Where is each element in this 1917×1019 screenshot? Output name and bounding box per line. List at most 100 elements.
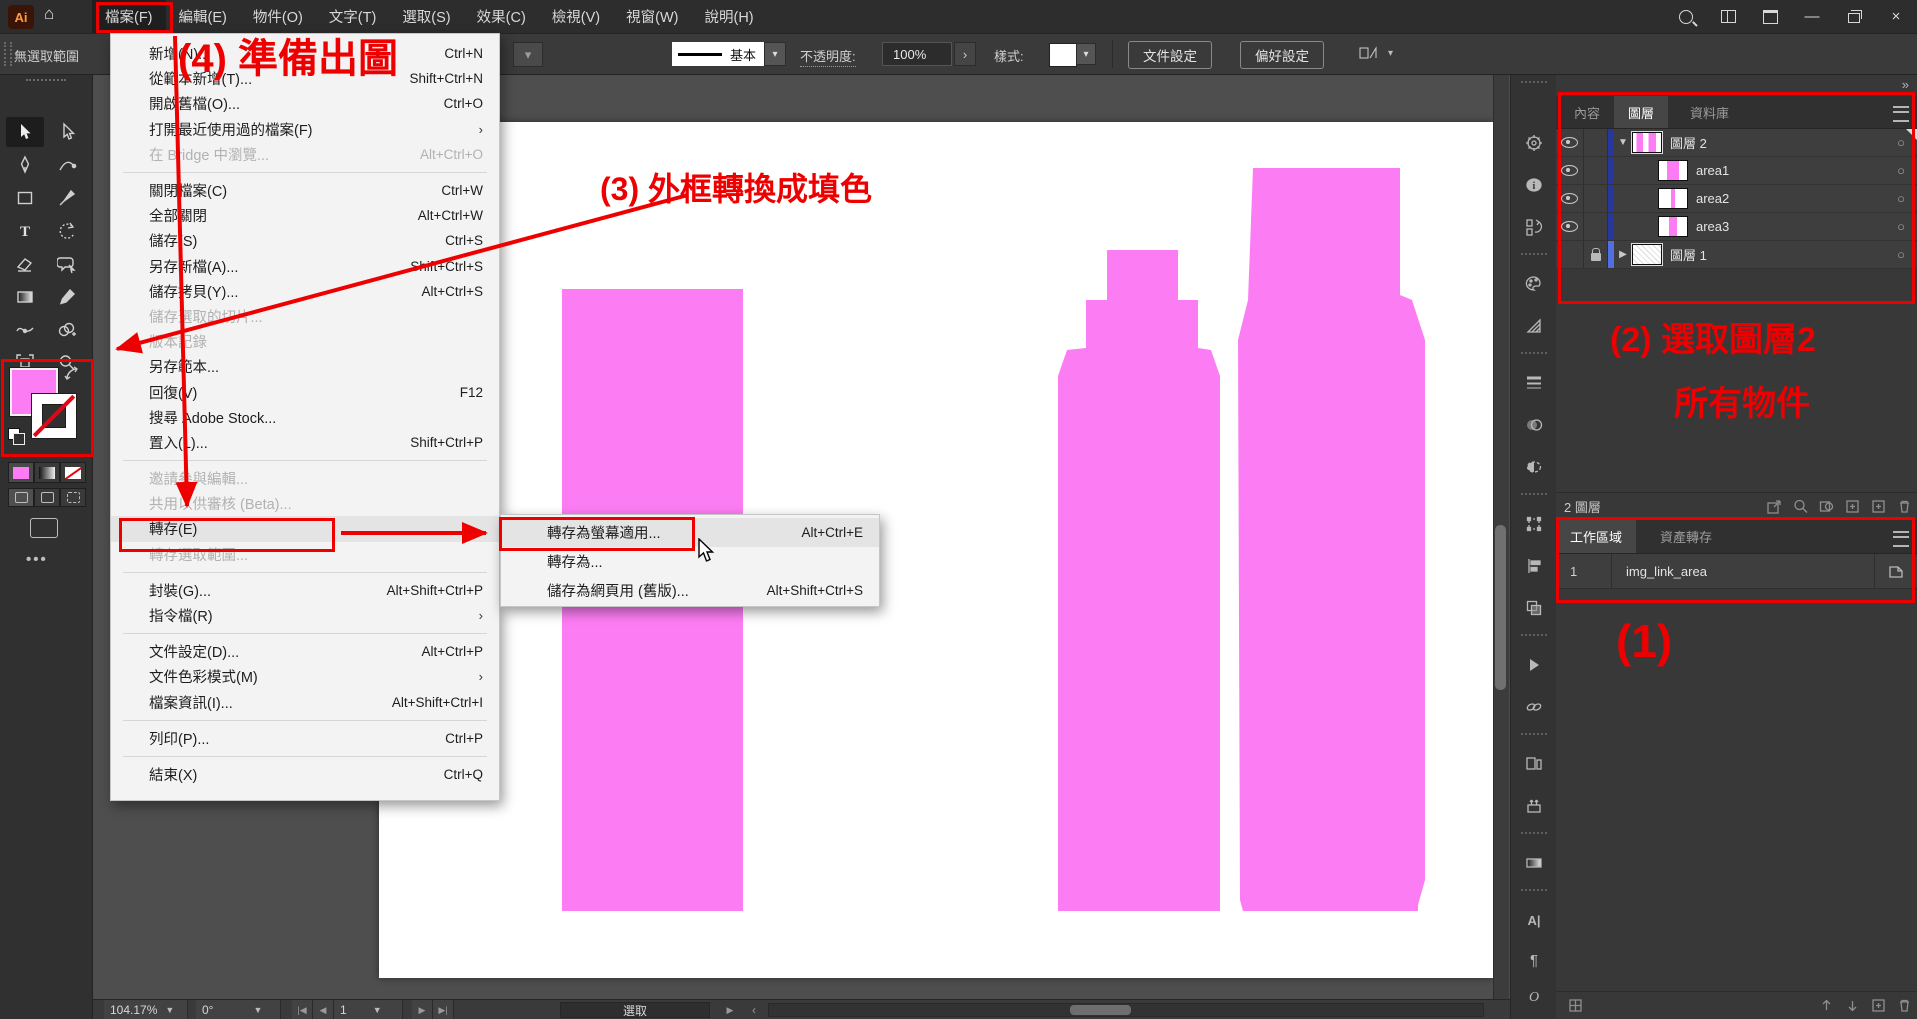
screen-mode-button[interactable] [30, 518, 58, 538]
eyedropper-tool[interactable] [48, 282, 86, 312]
color-panel-icon[interactable] [1518, 269, 1550, 299]
menu-item-search-adobe-stock[interactable]: 搜尋 Adobe Stock... [111, 405, 499, 430]
layer-row-layer2[interactable]: ▼ 圖層 2 ○ [1556, 129, 1917, 157]
menu-item-save[interactable]: 儲存(S)Ctrl+S [111, 228, 499, 253]
gradient-tool[interactable] [6, 282, 44, 312]
draw-inside-mode-button[interactable] [60, 488, 86, 507]
lock-toggle[interactable] [1584, 157, 1608, 184]
type-tool[interactable]: T [6, 216, 44, 246]
target-circle-icon[interactable]: ○ [1897, 135, 1905, 150]
object-thumbnail[interactable] [1658, 160, 1688, 181]
opacity-stepper-icon[interactable]: › [954, 42, 976, 66]
tab-properties[interactable]: 內容 [1560, 96, 1614, 128]
chevron-down-icon[interactable]: ▼ [1614, 137, 1632, 148]
menu-item-file-info[interactable]: 檔案資訊(I)...Alt+Shift+Ctrl+I [111, 690, 499, 715]
artboard-page-icon[interactable] [1874, 554, 1917, 588]
rotate-tool[interactable] [48, 216, 86, 246]
menubar-item-help[interactable]: 說明(H) [691, 0, 766, 33]
home-icon[interactable]: ⌂ [44, 4, 54, 24]
menu-item-open[interactable]: 開啟舊檔(O)...Ctrl+O [111, 91, 499, 116]
artboards-panel-icon[interactable] [1518, 749, 1550, 779]
menu-item-export[interactable]: 轉存(E) [111, 516, 499, 541]
character-panel-icon[interactable]: A| [1518, 905, 1550, 935]
lock-toggle[interactable] [1584, 213, 1608, 240]
asset-export-panel-icon[interactable] [1518, 791, 1550, 821]
rectangle-tool[interactable] [6, 183, 44, 213]
style-dropdown-chevron-icon[interactable]: ▾ [1076, 43, 1096, 65]
target-circle-icon[interactable]: ○ [1897, 163, 1905, 178]
vertical-scrollbar-thumb[interactable] [1495, 525, 1506, 690]
layer-name[interactable]: 圖層 1 [1670, 245, 1707, 264]
move-down-icon[interactable] [1839, 997, 1865, 1015]
submenu-item-export-for-screens[interactable]: 轉存為螢幕適用...Alt+Ctrl+E [501, 518, 879, 547]
target-circle-icon[interactable]: ○ [1897, 219, 1905, 234]
preferences-button[interactable]: 偏好設定 [1240, 41, 1324, 69]
menubar-item-effect[interactable]: 效果(C) [464, 0, 539, 33]
default-fill-stroke-icon[interactable] [8, 428, 20, 440]
minimize-button[interactable]: — [1791, 0, 1833, 33]
align-panel-icon[interactable] [1518, 551, 1550, 581]
lock-toggle[interactable] [1584, 185, 1608, 212]
visibility-toggle[interactable] [1556, 129, 1584, 156]
object-name[interactable]: area1 [1696, 163, 1729, 178]
visibility-toggle[interactable] [1556, 241, 1584, 268]
layer-row-area2[interactable]: area2 ○ [1556, 185, 1917, 213]
next-artboard-icon[interactable]: ▶ [412, 1000, 433, 1019]
lock-toggle[interactable] [1584, 129, 1608, 156]
opacity-label[interactable]: 不透明度: [800, 46, 856, 67]
search-icon[interactable] [1665, 0, 1707, 33]
close-button[interactable]: × [1875, 0, 1917, 33]
menu-item-document-setup[interactable]: 文件設定(D)...Alt+Ctrl+P [111, 639, 499, 664]
stroke-panel-icon[interactable] [1518, 368, 1550, 398]
appearance-panel-icon[interactable] [1518, 452, 1550, 482]
move-up-icon[interactable] [1813, 997, 1839, 1015]
layer-row-area3[interactable]: area3 ○ [1556, 213, 1917, 241]
rotation-dropdown[interactable]: 0°▼ [196, 1000, 281, 1019]
color-guide-icon[interactable] [1518, 311, 1550, 341]
layer-row-area1[interactable]: area1 ○ [1556, 157, 1917, 185]
menu-item-save-as-template[interactable]: 另存範本... [111, 354, 499, 379]
menu-item-scripts[interactable]: 指令檔(R)› [111, 603, 499, 628]
tab-libraries[interactable]: 資料庫 [1676, 96, 1743, 128]
arrange-documents-icon[interactable] [1749, 0, 1791, 33]
selection-tool[interactable] [6, 117, 44, 147]
lock-toggle[interactable] [1584, 241, 1608, 268]
menu-item-save-as[interactable]: 另存新檔(A)...Shift+Ctrl+S [111, 254, 499, 279]
target-circle-icon[interactable]: ○ [1897, 191, 1905, 206]
submenu-item-export-as[interactable]: 轉存為... [501, 547, 879, 576]
layer-row-layer1[interactable]: ▶ 圖層 1 ○ [1556, 241, 1917, 269]
menubar-item-window[interactable]: 視窗(W) [613, 0, 691, 33]
menu-item-close[interactable]: 關閉檔案(C)Ctrl+W [111, 178, 499, 203]
shaper-tool[interactable] [48, 249, 86, 279]
info-icon[interactable]: i [1518, 170, 1550, 200]
drag-handle-icon[interactable] [4, 42, 12, 66]
paragraph-panel-icon[interactable]: ¶ [1518, 945, 1550, 975]
artboard-name[interactable]: img_link_area [1612, 564, 1874, 579]
delete-layer-icon[interactable] [1891, 498, 1917, 516]
visibility-toggle[interactable] [1556, 157, 1584, 184]
last-artboard-icon[interactable]: ▶| [433, 1000, 454, 1019]
pathfinder-panel-icon[interactable] [1518, 593, 1550, 623]
transparency-panel-icon[interactable] [1518, 410, 1550, 440]
artwork-shape-area2[interactable] [1058, 250, 1220, 911]
menu-item-revert[interactable]: 回復(V)F12 [111, 379, 499, 404]
menu-item-open-recent[interactable]: 打開最近使用過的檔案(F)› [111, 117, 499, 142]
delete-artboard-icon[interactable] [1891, 997, 1917, 1015]
object-name[interactable]: area2 [1696, 191, 1729, 206]
pen-tool[interactable] [6, 150, 44, 180]
tab-artboards[interactable]: 工作區域 [1556, 520, 1636, 553]
shape-builder-tool[interactable] [48, 315, 86, 345]
actions-panel-icon[interactable] [1518, 650, 1550, 680]
eraser-tool[interactable] [6, 249, 44, 279]
drag-handle-icon[interactable] [26, 79, 66, 84]
artwork-shape-area3[interactable] [1238, 168, 1425, 911]
object-thumbnail[interactable] [1658, 188, 1688, 209]
document-setup-button[interactable]: 文件設定 [1128, 41, 1212, 69]
new-artboard-icon[interactable] [1865, 997, 1891, 1015]
color-button[interactable] [8, 462, 34, 483]
none-button[interactable] [60, 462, 86, 483]
new-sublayer-icon[interactable] [1839, 498, 1865, 516]
align-glyphs-icon[interactable] [1358, 44, 1384, 67]
tab-layers[interactable]: 圖層 [1614, 96, 1668, 128]
target-circle-icon[interactable]: ○ [1897, 247, 1905, 262]
